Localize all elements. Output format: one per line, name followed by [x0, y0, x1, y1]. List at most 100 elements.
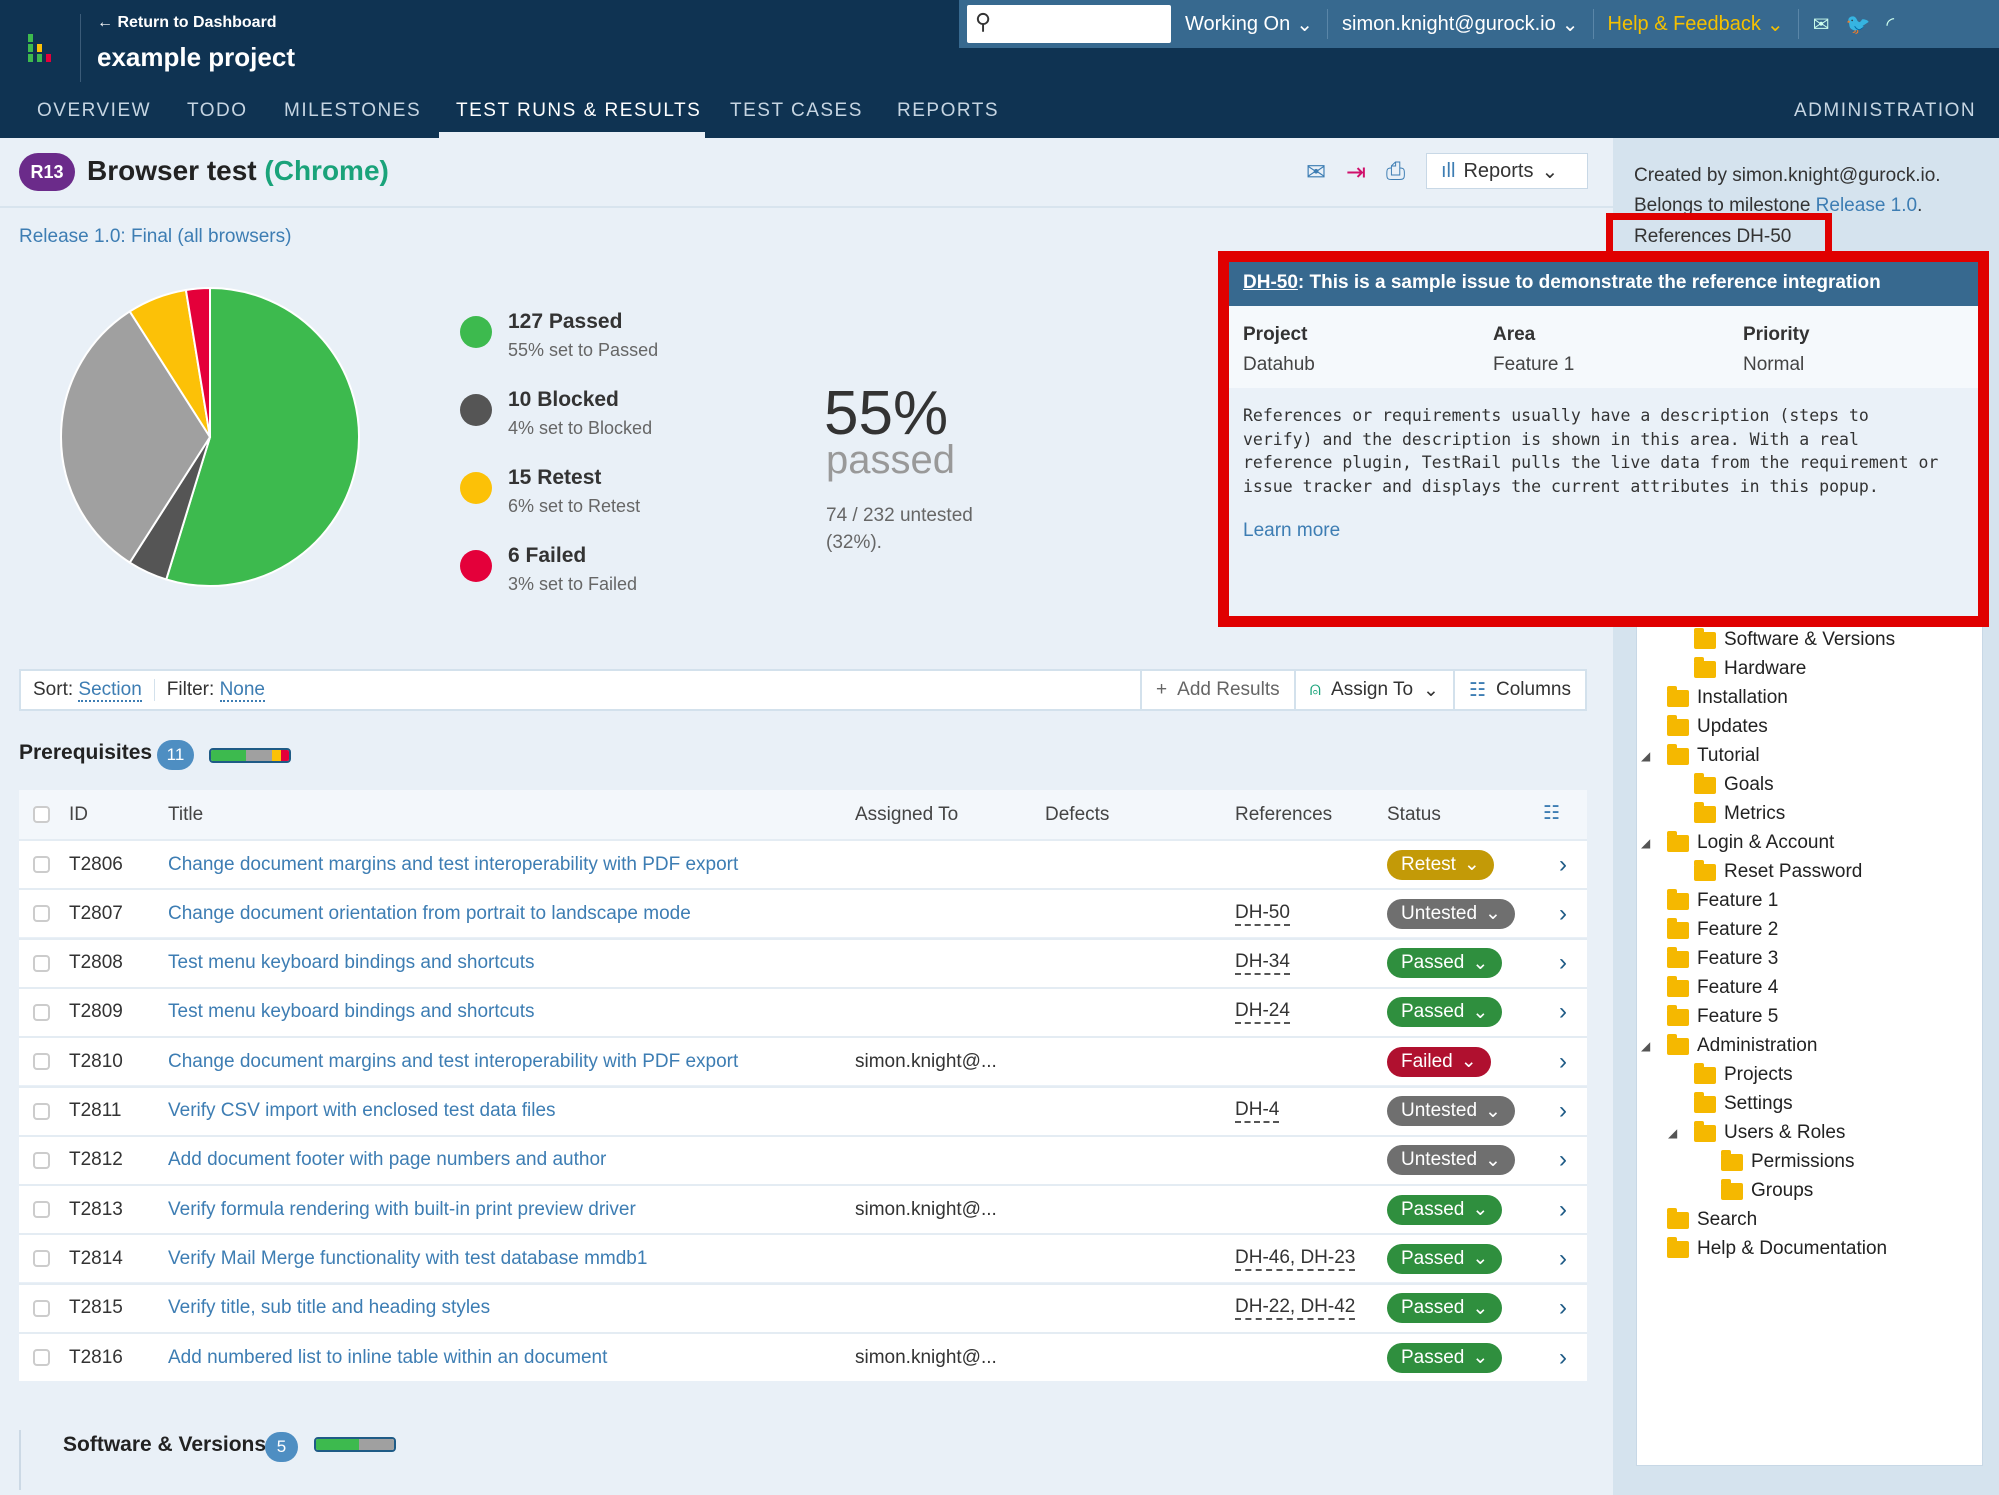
tree-item[interactable]: Feature 5 [1667, 1004, 1778, 1028]
row-title-link[interactable]: Test menu keyboard bindings and shortcut… [168, 952, 535, 974]
status-dropdown[interactable]: Retest ⌄ [1387, 849, 1494, 880]
row-checkbox[interactable] [33, 1250, 50, 1268]
tab-test-runs[interactable]: TEST RUNS & RESULTS [456, 100, 701, 122]
row-checkbox[interactable] [33, 1151, 50, 1169]
status-dropdown[interactable]: Untested ⌄ [1387, 898, 1515, 929]
add-results-button[interactable]: + Add Results [1140, 671, 1294, 709]
search-input[interactable]: ⚲ [967, 5, 1171, 43]
table-row[interactable]: T2811 Verify CSV import with enclosed te… [19, 1085, 1587, 1135]
row-title-link[interactable]: Change document margins and test interop… [168, 1051, 738, 1073]
tree-item[interactable]: ◢ Login & Account [1641, 830, 1834, 854]
table-row[interactable]: T2814 Verify Mail Merge functionality wi… [19, 1233, 1587, 1283]
sidebar-references[interactable]: References DH-50 [1634, 226, 1791, 248]
select-all-checkbox[interactable] [33, 806, 50, 823]
row-references[interactable]: DH-50 [1235, 902, 1290, 926]
status-dropdown[interactable]: Failed ⌄ [1387, 1046, 1491, 1077]
expand-triangle-icon[interactable]: ◢ [1641, 749, 1650, 763]
tab-administration[interactable]: ADMINISTRATION [1794, 100, 1976, 122]
expand-triangle-icon[interactable]: ◢ [1668, 1126, 1677, 1140]
table-row[interactable]: T2807 Change document orientation from p… [19, 888, 1587, 938]
status-dropdown[interactable]: Passed ⌄ [1387, 1342, 1503, 1373]
columns-button[interactable]: ☷ Columns [1452, 671, 1585, 709]
table-row[interactable]: T2813 Verify formula rendering with buil… [19, 1184, 1587, 1234]
twitter-icon[interactable]: 🐦 [1845, 12, 1870, 37]
tree-item[interactable]: Feature 3 [1667, 946, 1778, 970]
row-title-link[interactable]: Change document orientation from portrai… [168, 903, 691, 925]
chevron-right-icon[interactable]: › [1559, 1146, 1567, 1174]
status-dropdown[interactable]: Passed ⌄ [1387, 1293, 1503, 1324]
tree-item[interactable]: Updates [1667, 714, 1768, 738]
status-dropdown[interactable]: Untested ⌄ [1387, 1145, 1515, 1176]
tree-item[interactable]: Search [1667, 1207, 1757, 1231]
col-references[interactable]: References [1235, 804, 1332, 826]
rss-icon[interactable]: ◜ [1886, 12, 1894, 37]
chevron-right-icon[interactable]: › [1559, 900, 1567, 928]
row-references[interactable]: DH-34 [1235, 951, 1290, 976]
tab-test-cases[interactable]: TEST CASES [730, 100, 863, 122]
column-settings-icon[interactable]: ☷ [1543, 802, 1560, 825]
col-defects[interactable]: Defects [1045, 804, 1109, 826]
tree-item[interactable]: Projects [1694, 1062, 1793, 1086]
row-title-link[interactable]: Verify title, sub title and heading styl… [168, 1297, 490, 1319]
export-icon[interactable]: ⇥ [1346, 158, 1366, 187]
row-title-link[interactable]: Test menu keyboard bindings and shortcut… [168, 1001, 535, 1023]
row-title-link[interactable]: Change document margins and test interop… [168, 854, 738, 876]
tree-item[interactable]: Metrics [1694, 801, 1785, 825]
row-references[interactable]: DH-4 [1235, 1099, 1280, 1123]
row-title-link[interactable]: Add document footer with page numbers an… [168, 1149, 606, 1171]
learn-more-link[interactable]: Learn more [1229, 498, 1978, 542]
filter-value[interactable]: None [219, 679, 265, 702]
tree-item[interactable]: Settings [1694, 1091, 1793, 1115]
row-checkbox[interactable] [33, 1299, 50, 1317]
col-id[interactable]: ID [69, 804, 88, 826]
row-checkbox[interactable] [33, 1201, 50, 1219]
chevron-right-icon[interactable]: › [1559, 1344, 1567, 1372]
expand-triangle-icon[interactable]: ◢ [1641, 1039, 1650, 1053]
row-title-link[interactable]: Add numbered list to inline table within… [168, 1347, 607, 1369]
tree-item[interactable]: ◢ Tutorial [1641, 743, 1760, 767]
print-icon[interactable]: ⎙ [1386, 158, 1405, 186]
row-checkbox[interactable] [33, 905, 50, 923]
tree-item[interactable]: Reset Password [1694, 859, 1862, 883]
chevron-right-icon[interactable]: › [1559, 1097, 1567, 1125]
assign-to-button[interactable]: ⍝ Assign To ⌄ [1293, 671, 1453, 709]
status-dropdown[interactable]: Passed ⌄ [1387, 997, 1503, 1028]
tree-item[interactable]: Feature 2 [1667, 917, 1778, 941]
status-dropdown[interactable]: Passed ⌄ [1387, 948, 1503, 979]
row-references[interactable]: DH-24 [1235, 1000, 1290, 1025]
tab-milestones[interactable]: MILESTONES [284, 100, 421, 122]
tree-item[interactable]: Hardware [1694, 656, 1806, 680]
row-title-link[interactable]: Verify formula rendering with built-in p… [168, 1199, 636, 1221]
tab-todo[interactable]: TODO [187, 100, 248, 122]
table-row[interactable]: T2806 Change document margins and test i… [19, 839, 1587, 888]
row-title-link[interactable]: Verify CSV import with enclosed test dat… [168, 1100, 556, 1122]
table-row[interactable]: T2816 Add numbered list to inline table … [19, 1332, 1587, 1381]
sort-value[interactable]: Section [78, 679, 142, 702]
tree-item[interactable]: ◢ Users & Roles [1668, 1120, 1845, 1144]
popup-issue-link[interactable]: DH-50 [1243, 272, 1298, 293]
status-dropdown[interactable]: Passed ⌄ [1387, 1194, 1503, 1225]
row-title-link[interactable]: Verify Mail Merge functionality with tes… [168, 1248, 647, 1270]
tab-reports[interactable]: REPORTS [897, 100, 999, 122]
chevron-right-icon[interactable]: › [1559, 1048, 1567, 1076]
chevron-right-icon[interactable]: › [1559, 998, 1567, 1026]
row-checkbox[interactable] [33, 1053, 50, 1071]
row-checkbox[interactable] [33, 1003, 50, 1021]
tree-item[interactable]: Installation [1667, 685, 1788, 709]
row-checkbox[interactable] [33, 954, 50, 972]
tree-item[interactable]: Help & Documentation [1667, 1236, 1887, 1260]
sort-control[interactable]: Sort: Section [21, 679, 155, 702]
tree-item[interactable]: ◢ Administration [1641, 1033, 1817, 1057]
tree-item[interactable]: Feature 1 [1667, 888, 1778, 912]
table-row[interactable]: T2815 Verify title, sub title and headin… [19, 1282, 1587, 1332]
col-status[interactable]: Status [1387, 804, 1441, 826]
mail-icon[interactable]: ✉ [1813, 12, 1830, 37]
row-checkbox[interactable] [33, 856, 50, 873]
table-row[interactable]: T2810 Change document margins and test i… [19, 1036, 1587, 1086]
col-title[interactable]: Title [168, 804, 203, 826]
tree-item[interactable]: Goals [1694, 772, 1774, 796]
row-references[interactable]: DH-46, DH-23 [1235, 1247, 1356, 1271]
status-dropdown[interactable]: Passed ⌄ [1387, 1243, 1503, 1274]
row-checkbox[interactable] [33, 1349, 50, 1366]
table-row[interactable]: T2809 Test menu keyboard bindings and sh… [19, 986, 1587, 1036]
